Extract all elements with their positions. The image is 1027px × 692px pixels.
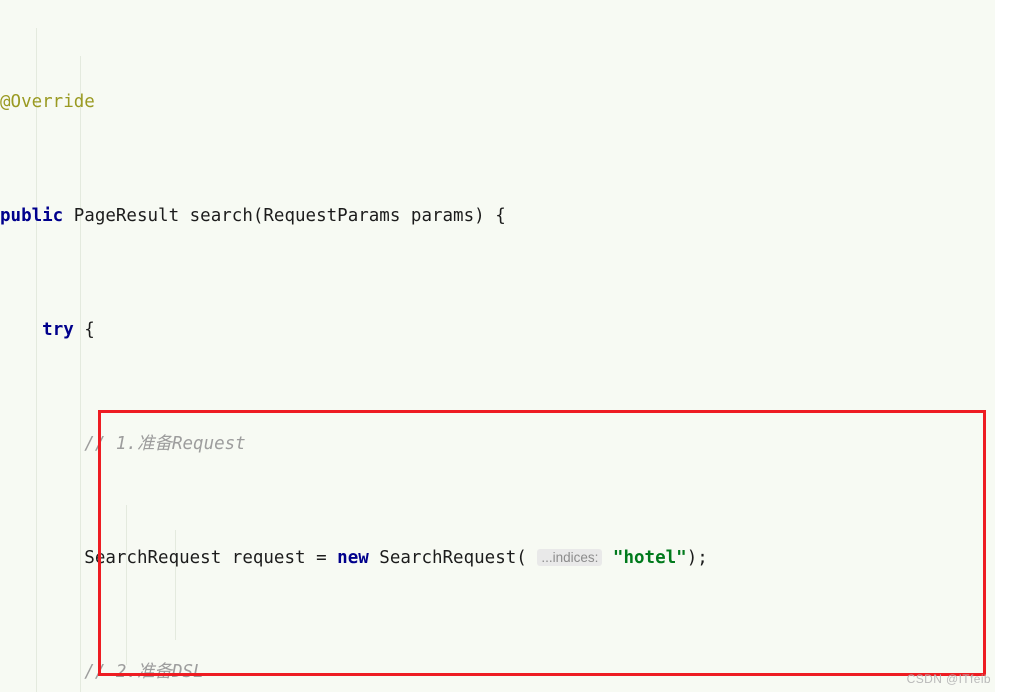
watermark-csdn: CSDN @ITfeib	[906, 672, 991, 686]
brace-open: {	[73, 319, 95, 340]
code-editor-surface[interactable]: @Override public PageResult search(Reque…	[0, 0, 995, 692]
code-line-2[interactable]: public PageResult search(RequestParams p…	[0, 202, 995, 231]
code-line-3[interactable]: try {	[0, 316, 995, 345]
keyword-public: public	[0, 205, 64, 226]
ctor-call: SearchRequest(	[368, 547, 538, 568]
code-line-5[interactable]: SearchRequest request = new SearchReques…	[0, 544, 995, 573]
code-block[interactable]: @Override public PageResult search(Reque…	[0, 0, 995, 692]
keyword-try: try	[42, 319, 74, 340]
method-signature: PageResult search(RequestParams params) …	[63, 205, 506, 226]
annotation-override: @Override	[0, 91, 95, 112]
stmt-end: );	[686, 547, 708, 568]
stmt-search-request: SearchRequest request =	[0, 547, 338, 568]
code-line-6[interactable]: // 2.准备DSL	[0, 658, 995, 687]
keyword-new: new	[337, 547, 369, 568]
inline-hint-indices: ...indices:	[537, 548, 603, 566]
comment-prepare-request: // 1.准备Request	[0, 433, 246, 454]
code-line-1[interactable]: @Override	[0, 88, 995, 117]
comment-prepare-dsl: // 2.准备DSL	[0, 661, 204, 682]
code-line-4[interactable]: // 1.准备Request	[0, 430, 995, 459]
string-hotel: "hotel"	[612, 547, 687, 568]
